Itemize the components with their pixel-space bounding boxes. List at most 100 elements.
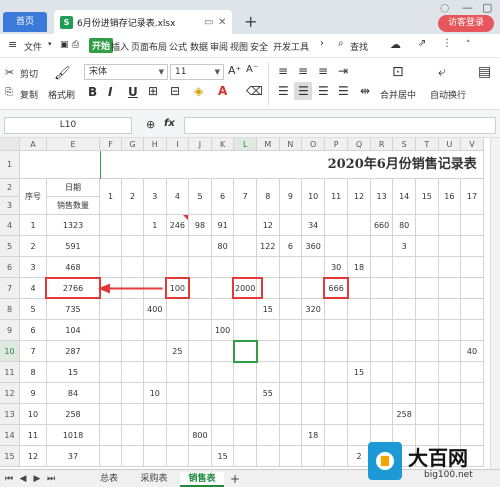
column-header-M[interactable]: M: [257, 138, 280, 151]
row-header-12[interactable]: 12: [0, 383, 20, 404]
cell-day-11[interactable]: [325, 446, 349, 467]
wrap-text-button[interactable]: 自动换行: [430, 88, 466, 101]
row-header-4[interactable]: 4: [0, 215, 20, 236]
align-middle-icon[interactable]: ≡: [298, 64, 308, 78]
cell-day-6[interactable]: [211, 425, 235, 446]
cell-day-16[interactable]: [438, 383, 462, 404]
cell-qty[interactable]: 2766: [47, 278, 100, 299]
cell-day-5[interactable]: 98: [189, 215, 212, 236]
guest-login-button[interactable]: 访客登录: [438, 15, 494, 32]
cell-day-7[interactable]: [234, 446, 257, 467]
cell-day-17[interactable]: [461, 383, 484, 404]
column-header-H[interactable]: H: [144, 138, 167, 151]
cell-day-10[interactable]: [302, 257, 326, 278]
cell-qty[interactable]: 468: [47, 257, 100, 278]
cell-day-5[interactable]: 800: [189, 425, 212, 446]
cell-day-7[interactable]: [234, 236, 257, 257]
column-header-R[interactable]: R: [370, 138, 394, 151]
cell-day-5[interactable]: [189, 320, 212, 341]
search-icon[interactable]: ⌕: [338, 38, 344, 49]
cell-day-9[interactable]: [279, 425, 303, 446]
cell-day-1[interactable]: [100, 446, 122, 467]
column-header-A[interactable]: A: [20, 138, 47, 151]
cell-day-14[interactable]: [393, 299, 416, 320]
row-header-5[interactable]: 5: [0, 236, 20, 257]
cell-day-3[interactable]: 1: [144, 215, 167, 236]
cell-day-8[interactable]: [257, 320, 280, 341]
menu-item-review[interactable]: 审阅: [210, 40, 228, 53]
cell-day-10[interactable]: 18: [302, 425, 326, 446]
file-menu[interactable]: 文件: [24, 40, 42, 53]
cell-day-7[interactable]: [234, 425, 257, 446]
cell-day-12[interactable]: [348, 278, 371, 299]
column-header-N[interactable]: N: [279, 138, 303, 151]
italic-button[interactable]: I: [108, 85, 112, 99]
save-icon[interactable]: ▣: [60, 40, 69, 50]
decrease-font-icon[interactable]: A⁻: [246, 64, 258, 75]
cell-day-3[interactable]: [144, 278, 167, 299]
cell-day-9[interactable]: 6: [279, 236, 303, 257]
cell-day-17[interactable]: [461, 236, 484, 257]
collapse-icon[interactable]: ˄: [466, 40, 471, 50]
cell-day-14[interactable]: [393, 362, 416, 383]
column-header-G[interactable]: G: [122, 138, 144, 151]
cell-day-1[interactable]: [100, 320, 122, 341]
cell-seq[interactable]: 7: [20, 341, 47, 362]
increase-font-icon[interactable]: A⁺: [228, 64, 241, 77]
cell-day-16[interactable]: [438, 257, 462, 278]
row-header-9[interactable]: 9: [0, 320, 20, 341]
row-header-14[interactable]: 14: [0, 425, 20, 446]
cell-day-8[interactable]: [257, 278, 280, 299]
cell-day-5[interactable]: [189, 278, 212, 299]
cell-day-7[interactable]: [234, 215, 257, 236]
zoom-icon[interactable]: ⊕: [146, 118, 155, 131]
cell-day-17[interactable]: [461, 215, 484, 236]
cell-day-11[interactable]: [325, 404, 349, 425]
cell-day-2[interactable]: [122, 215, 144, 236]
sheet-tab-purchase[interactable]: 采购表: [134, 472, 174, 487]
cell-day-3[interactable]: [144, 446, 167, 467]
cell-day-17[interactable]: [461, 404, 484, 425]
cell-day-8[interactable]: 12: [257, 215, 280, 236]
cell-day-2[interactable]: [122, 320, 144, 341]
merge-cells-icon[interactable]: ⊡: [392, 64, 404, 80]
number-format-icon[interactable]: ▤: [478, 64, 491, 80]
column-header-K[interactable]: K: [211, 138, 235, 151]
justify-icon[interactable]: ☰: [338, 84, 349, 98]
cell-day-15[interactable]: [416, 383, 439, 404]
cell-day-6[interactable]: [211, 383, 235, 404]
cell-day-16[interactable]: [438, 215, 462, 236]
first-sheet-icon[interactable]: ⏮: [4, 472, 14, 487]
sheet-tab-sales[interactable]: 销售表: [180, 472, 224, 487]
cell-day-7[interactable]: 2000: [234, 278, 257, 299]
cell-day-17[interactable]: [461, 299, 484, 320]
cell-day-15[interactable]: [416, 215, 439, 236]
cut-button[interactable]: 剪切: [20, 67, 38, 80]
column-header-I[interactable]: I: [166, 138, 190, 151]
menu-item-view[interactable]: 视图: [230, 40, 248, 53]
more-arrow-icon[interactable]: ›: [320, 38, 324, 49]
cell-day-6[interactable]: 100: [211, 320, 235, 341]
cell-day-2[interactable]: [122, 362, 144, 383]
row-header-11[interactable]: 11: [0, 362, 20, 383]
cell-seq[interactable]: 11: [20, 425, 47, 446]
cell-day-9[interactable]: [279, 299, 303, 320]
cell-day-8[interactable]: [257, 446, 280, 467]
name-box[interactable]: L10: [4, 117, 132, 134]
cell-day-5[interactable]: [189, 299, 212, 320]
close-tab-icon[interactable]: ✕: [218, 17, 226, 28]
cell-day-8[interactable]: [257, 362, 280, 383]
share-icon[interactable]: ⇗: [418, 38, 426, 49]
indent-icon[interactable]: ⇥: [338, 64, 348, 78]
cell-day-5[interactable]: [189, 257, 212, 278]
cell-day-8[interactable]: 122: [257, 236, 280, 257]
cell-day-12[interactable]: 18: [348, 257, 371, 278]
cell-day-13[interactable]: [370, 320, 394, 341]
bold-button[interactable]: B: [88, 85, 97, 99]
row-header-8[interactable]: 8: [0, 299, 20, 320]
column-header-Q[interactable]: Q: [348, 138, 371, 151]
cell-day-4[interactable]: [166, 320, 190, 341]
window-restore-icon[interactable]: ▭: [204, 17, 213, 28]
column-header-U[interactable]: U: [438, 138, 462, 151]
cell-day-8[interactable]: 55: [257, 383, 280, 404]
